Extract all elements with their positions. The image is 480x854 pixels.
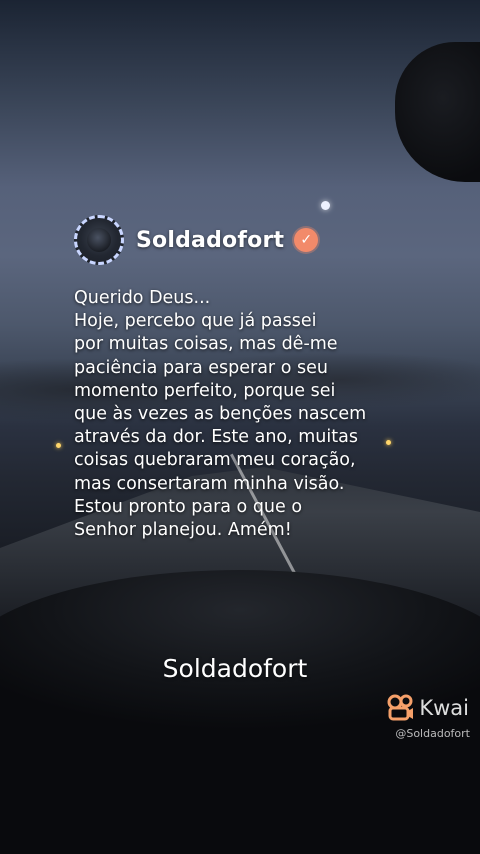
message-line: Querido Deus... xyxy=(74,288,211,308)
moon xyxy=(321,201,330,210)
message-line: que às vezes as benções nascem xyxy=(74,404,367,425)
video-caption: Soldadofort xyxy=(162,654,308,683)
message-text: Querido Deus... Hoje, percebo que já pas… xyxy=(74,287,419,542)
kwai-handle: @Soldadofort xyxy=(395,727,470,740)
message-line: através da dor. Este ano, muitas xyxy=(74,427,358,448)
message-line: Senhor planejou. Amém! xyxy=(74,520,292,541)
profile-username[interactable]: Soldadofort xyxy=(136,228,284,253)
kwai-watermark: Kwai xyxy=(387,694,469,722)
message-line: coisas quebraram meu coração, xyxy=(74,450,356,471)
kwai-brand: Kwai xyxy=(419,696,469,720)
video-frame: Soldadofort ✓ Querido Deus... Hoje, perc… xyxy=(0,0,480,854)
avatar[interactable] xyxy=(74,215,124,265)
verified-badge-icon: ✓ xyxy=(294,228,319,252)
message-line: Estou pronto para o que o xyxy=(74,496,303,517)
message-line: mas consertaram minha visão. xyxy=(74,473,345,494)
message-line: Hoje, percebo que já passei xyxy=(74,311,317,332)
road-light xyxy=(56,443,61,448)
profile-header[interactable]: Soldadofort ✓ xyxy=(74,213,319,267)
kwai-logo-icon xyxy=(387,694,415,722)
rear-view-mirror xyxy=(395,42,480,182)
message-line: por muitas coisas, mas dê-me xyxy=(74,334,338,355)
message-line: momento perfeito, porque sei xyxy=(74,380,336,401)
message-line: paciência para esperar o seu xyxy=(74,357,328,378)
